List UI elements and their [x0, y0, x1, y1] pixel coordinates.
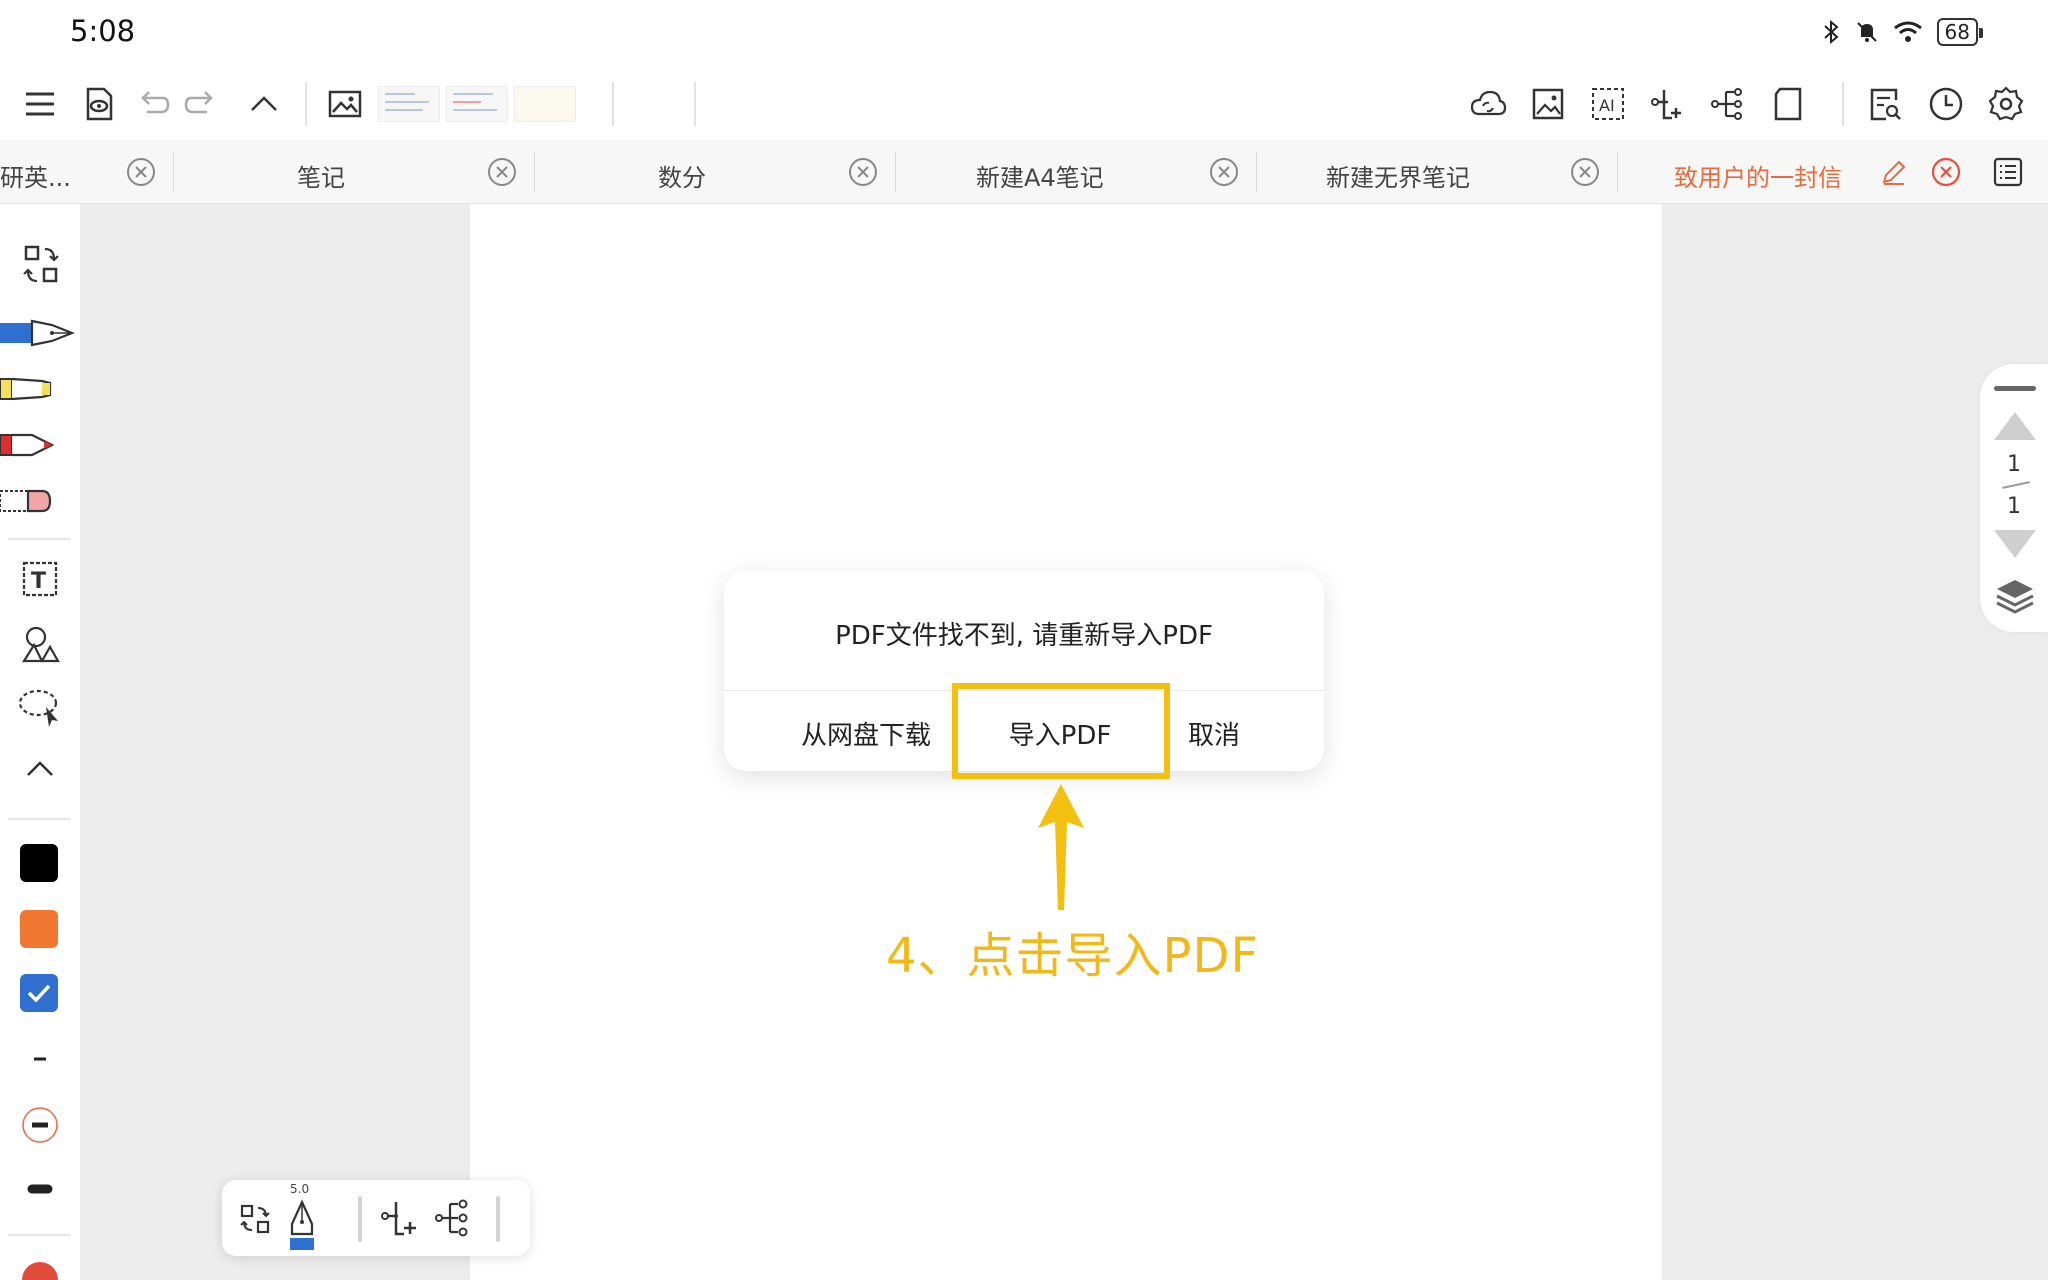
highlighter-tool[interactable] [0, 364, 80, 414]
history-icon[interactable] [1926, 84, 1966, 124]
insert-image-icon[interactable] [1528, 84, 1568, 124]
cloud-sync-icon[interactable] [1468, 84, 1508, 124]
fountain-pen-tool[interactable] [0, 308, 80, 358]
redo-icon[interactable] [181, 84, 221, 124]
tab-divider [895, 152, 896, 192]
battery-icon: 68 [1936, 18, 1984, 46]
switch-mode-icon[interactable] [236, 1196, 276, 1240]
pen-size-label: 5.0 [290, 1182, 310, 1196]
close-tab-icon[interactable] [126, 157, 156, 187]
settings-icon[interactable] [1986, 84, 2026, 124]
page-thumbnail[interactable] [378, 86, 440, 122]
svg-text:AI: AI [1599, 96, 1615, 115]
toolbar-divider [496, 1196, 500, 1242]
toolbar-divider [305, 82, 307, 126]
total-pages: 1 [2007, 494, 2021, 519]
dialog-message: PDF文件找不到, 请重新导入PDF [835, 621, 1213, 651]
arrow-up-icon [1038, 784, 1084, 910]
search-doc-icon[interactable] [1866, 84, 1906, 124]
page-up-icon[interactable] [1994, 412, 2036, 440]
tab-divider [1256, 152, 1257, 192]
page-separator [2002, 481, 2030, 489]
page-thumbnail[interactable] [514, 86, 576, 122]
stroke-thin-option[interactable] [10, 1034, 70, 1084]
mute-icon [1856, 22, 1877, 42]
color-swatch-black[interactable] [20, 844, 58, 882]
close-tab-icon[interactable] [487, 157, 517, 187]
download-from-cloud-button[interactable]: 从网盘下载 [776, 715, 956, 752]
toolbar-divider [358, 1196, 362, 1242]
tab-label: 数分 [658, 164, 706, 192]
tab-bar: 研英... 笔记 数分 新建A4笔记 新建无界笔记 致用户的一封信 [0, 140, 2048, 204]
color-swatch-orange[interactable] [20, 910, 58, 948]
page-navigator: 1 1 [1980, 364, 2048, 632]
cancel-button[interactable]: 取消 [1164, 715, 1264, 752]
current-page: 1 [2007, 452, 2021, 477]
tab-divider [534, 152, 535, 192]
toolbar-divider [1842, 82, 1844, 126]
page-icon[interactable] [1768, 84, 1808, 124]
tab-label: 新建无界笔记 [1326, 164, 1470, 192]
page-thumbnail[interactable] [446, 86, 508, 122]
toolbar: AI [0, 64, 2048, 140]
tab-label: 笔记 [297, 164, 345, 192]
ai-icon[interactable]: AI [1588, 84, 1628, 124]
tab-label: 新建A4笔记 [976, 164, 1104, 192]
close-tab-icon[interactable] [1931, 157, 1961, 187]
status-bar: 5:08 68 [0, 0, 2048, 64]
tab-label: 致用户的一封信 [1674, 164, 1842, 192]
wifi-icon [1893, 21, 1922, 42]
status-time: 5:08 [70, 14, 136, 48]
collapse-icon[interactable] [244, 84, 284, 124]
palette-divider [8, 1234, 70, 1236]
menu-icon[interactable] [20, 84, 60, 124]
mindmap-icon[interactable] [1708, 84, 1748, 124]
undo-icon[interactable] [133, 84, 173, 124]
alert-icon[interactable] [22, 1262, 58, 1280]
toolbar-divider [694, 82, 696, 126]
palette-divider [8, 538, 70, 540]
toolbar-divider [612, 82, 614, 126]
lasso-select-icon[interactable] [10, 684, 70, 734]
mindmap-add-icon[interactable] [1648, 84, 1688, 124]
tab-label: 研英... [0, 164, 71, 192]
preview-icon[interactable] [79, 84, 119, 124]
tab-divider [1617, 152, 1618, 192]
edit-icon[interactable] [1880, 158, 1908, 186]
tool-palette: T [0, 204, 80, 1280]
collapse-palette-icon[interactable] [10, 744, 70, 794]
eraser-tool[interactable] [0, 476, 80, 526]
layers-icon[interactable] [1994, 576, 2036, 618]
stroke-medium-option[interactable] [10, 1100, 70, 1150]
tab-list-icon[interactable] [1992, 156, 2024, 188]
highlight-box [952, 683, 1170, 779]
palette-divider [8, 818, 70, 820]
mindmap-add-icon[interactable] [380, 1196, 420, 1240]
mindmap-icon[interactable] [434, 1196, 474, 1240]
stroke-thick-option[interactable] [10, 1164, 70, 1214]
status-icons: 68 [1821, 18, 1984, 46]
close-tab-icon[interactable] [848, 157, 878, 187]
color-swatch-blue-selected[interactable] [20, 974, 58, 1012]
nav-handle[interactable] [1994, 386, 2036, 391]
tab-divider [173, 152, 174, 192]
pencil-tool[interactable] [0, 420, 80, 470]
page-down-icon[interactable] [1994, 530, 2036, 558]
close-tab-icon[interactable] [1570, 157, 1600, 187]
shapes-tool-icon[interactable] [10, 620, 70, 670]
annotation-text: 4、点击导入PDF [886, 928, 1260, 984]
switch-mode-icon[interactable] [10, 240, 70, 290]
bluetooth-icon [1823, 20, 1839, 44]
close-tab-icon[interactable] [1209, 157, 1239, 187]
text-tool-icon[interactable]: T [10, 556, 70, 606]
svg-text:T: T [31, 569, 46, 594]
check-icon [27, 984, 51, 1003]
image-icon[interactable] [325, 84, 365, 124]
quick-toolbar: 5.0 [222, 1180, 530, 1256]
pen-icon[interactable] [282, 1198, 322, 1254]
